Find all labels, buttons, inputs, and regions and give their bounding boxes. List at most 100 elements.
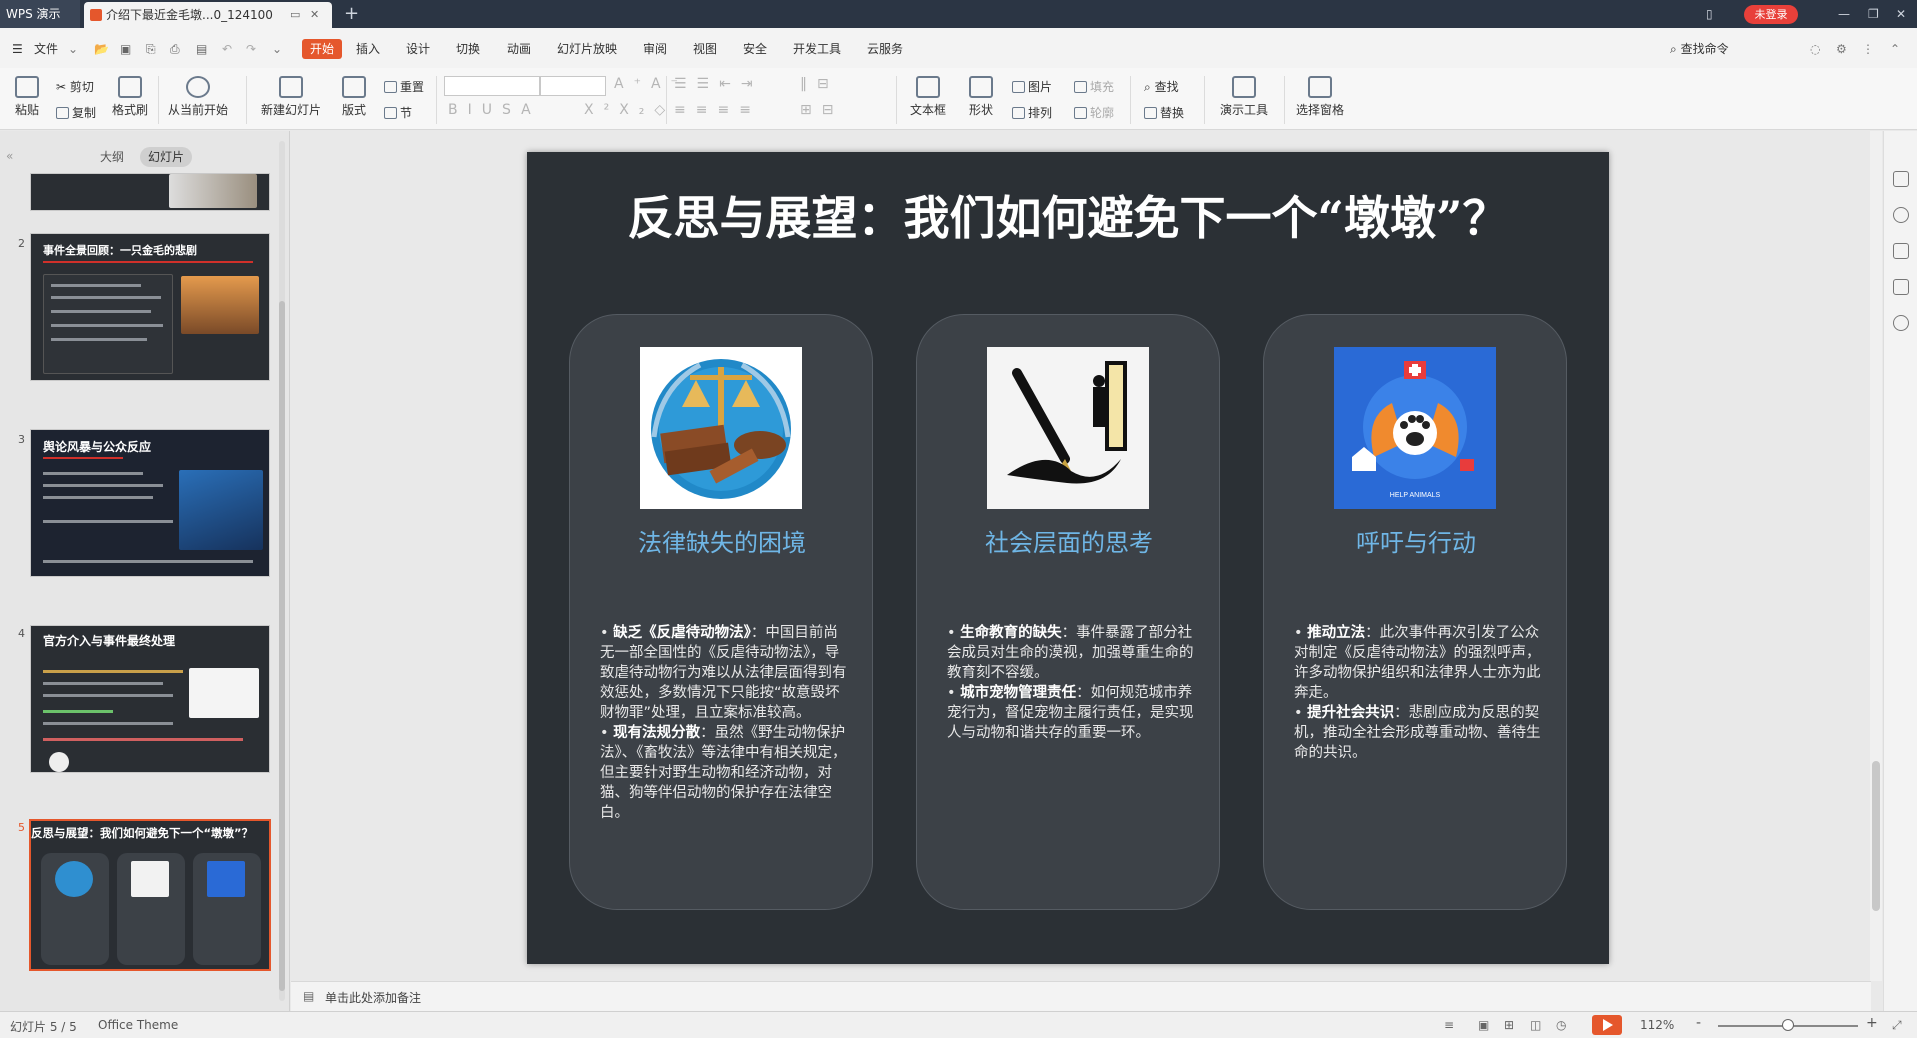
comment-icon[interactable]: ◌ (1810, 39, 1820, 59)
close-window-icon[interactable]: ✕ (1896, 0, 1906, 28)
collapse-ribbon-icon[interactable]: ⌃ (1890, 39, 1900, 59)
tab-home[interactable]: 开始 (302, 39, 343, 59)
share-icon[interactable] (1893, 207, 1909, 223)
adjust-icon[interactable] (1893, 279, 1909, 295)
reset-button[interactable]: 重置 (384, 78, 424, 95)
presenter-view-icon[interactable]: ◷ (1556, 1018, 1566, 1032)
slide-thumbnail-3[interactable]: 舆论风暴与公众反应 (30, 429, 270, 577)
tab-security[interactable]: 安全 (743, 39, 767, 59)
font-family-select[interactable] (444, 76, 540, 96)
pin-icon[interactable] (1893, 243, 1909, 259)
slide-thumbnail-2[interactable]: 事件全景回顾：一只金毛的悲剧 (30, 233, 270, 381)
search-command[interactable]: ⌕ 查找命令 (1670, 39, 1729, 59)
quick-access-dropdown-icon[interactable]: ⌄ (272, 39, 282, 59)
normal-view-icon[interactable]: ▣ (1478, 1018, 1489, 1032)
zoom-out-button[interactable]: - (1696, 1015, 1701, 1031)
presentation-tools-button[interactable]: 演示工具 (1212, 76, 1276, 118)
slide-title[interactable]: 反思与展望：我们如何避免下一个“墩墩”？ (527, 182, 1609, 248)
zoom-slider-handle[interactable] (1782, 1019, 1794, 1031)
slide-thumbnail-5[interactable]: 反思与展望：我们如何避免下一个“墩墩”？ (29, 819, 271, 971)
card-legal[interactable]: 法律缺失的困境 • 缺乏《反虐待动物法》：中国目前尚无一部全国性的《反虐待动物法… (569, 314, 873, 910)
open-icon[interactable]: 📂 (94, 39, 109, 59)
tab-developer[interactable]: 开发工具 (793, 39, 841, 59)
notes-placeholder[interactable]: 单击此处添加备注 (325, 989, 421, 1006)
font-size-select[interactable] (540, 76, 606, 96)
panel-scrollbar-thumb[interactable] (279, 301, 285, 991)
layout-button[interactable]: 版式 (336, 76, 372, 118)
find-button[interactable]: ⌕ 查找 (1144, 78, 1179, 95)
arrange-button[interactable]: 排列 (1012, 104, 1052, 121)
card-society[interactable]: 社会层面的思考 • 生命教育的缺失：事件暴露了部分社会成员对生命的漠视，加强尊重… (916, 314, 1220, 910)
tab-review[interactable]: 审阅 (643, 39, 667, 59)
tab-restore-icon[interactable]: ▭ (290, 2, 300, 28)
text-direction-icons[interactable]: ‖⊟ (800, 76, 839, 92)
tab-slideshow[interactable]: 幻灯片放映 (557, 39, 617, 59)
app-name[interactable]: WPS 演示 (0, 0, 80, 28)
superscript-clear-icons[interactable]: X²X₂◇ (584, 102, 675, 118)
play-animation-icon[interactable] (49, 752, 69, 772)
gear-icon[interactable]: ⚙ (1836, 39, 1847, 59)
history-icon[interactable] (1893, 315, 1909, 331)
play-slideshow-button[interactable] (1592, 1015, 1622, 1035)
tab-outline[interactable]: 大纲 (92, 147, 132, 167)
text-box-button[interactable]: 文本框 (904, 76, 952, 118)
zoom-level[interactable]: 112% (1640, 1018, 1674, 1032)
replace-button[interactable]: 替换 (1144, 104, 1184, 121)
slide-thumbnail-1[interactable] (30, 173, 270, 211)
card-action[interactable]: HELP ANIMALS 呼吁与行动 • 推动立法：此次事件再次引发了公众对制定… (1263, 314, 1567, 910)
more-icon[interactable]: ⋮ (1862, 39, 1874, 59)
selection-pane-button[interactable]: 选择窗格 (1292, 76, 1348, 118)
picture-button[interactable]: 图片 (1012, 78, 1052, 95)
new-slide-button[interactable]: 新建幻灯片 (254, 76, 328, 118)
object-properties-icon[interactable] (1893, 171, 1909, 187)
slide-thumbnail-4[interactable]: 官方介入与事件最终处理 (30, 625, 270, 773)
tab-close-icon[interactable]: ✕ (310, 2, 319, 28)
reading-view-icon[interactable]: ◫ (1530, 1018, 1541, 1032)
panel-scrollbar[interactable] (279, 141, 285, 1001)
cut-button[interactable]: ✂ 剪切 (56, 78, 94, 95)
redo-icon[interactable]: ↷ (246, 39, 256, 59)
tab-insert[interactable]: 插入 (356, 39, 380, 59)
list-indent-icons[interactable]: ☰☰⇤⇥ (674, 76, 763, 92)
fit-window-icon[interactable]: ⤢ (1892, 1018, 1902, 1033)
tab-design[interactable]: 设计 (406, 39, 430, 59)
canvas-scrollbar-thumb[interactable] (1872, 761, 1880, 911)
save-icon[interactable]: ▣ (120, 39, 131, 59)
hamburger-icon[interactable]: ☰ (12, 39, 23, 59)
line-spacing-icons[interactable]: ⊞⊟ (800, 102, 843, 118)
undo-icon[interactable]: ↶ (222, 39, 232, 59)
file-menu[interactable]: 文件 (34, 39, 58, 59)
canvas-scrollbar[interactable] (1870, 131, 1882, 981)
notes-toggle-icon[interactable]: ≡ (1444, 1018, 1454, 1032)
chevron-down-icon[interactable]: ⌄ (68, 39, 78, 59)
window-mode-icon[interactable]: ▯ (1706, 0, 1713, 28)
section-button[interactable]: 节 (384, 104, 412, 121)
add-tab-button[interactable]: + (344, 2, 359, 26)
tab-slides[interactable]: 幻灯片 (140, 147, 193, 167)
tab-view[interactable]: 视图 (693, 39, 717, 59)
fill-button[interactable]: 填充 (1074, 78, 1114, 95)
maximize-icon[interactable]: ❐ (1868, 0, 1879, 28)
outline-button[interactable]: 轮廓 (1074, 104, 1114, 121)
tab-cloud[interactable]: 云服务 (867, 39, 903, 59)
current-slide[interactable]: 反思与展望：我们如何避免下一个“墩墩”？ 法律缺失的困境 • 缺乏《反虐待动物法… (527, 152, 1609, 964)
copy-button[interactable]: 复制 (56, 104, 96, 121)
play-from-current-button[interactable]: 从当前开始 (164, 76, 232, 118)
print-icon[interactable]: ⎙ (170, 39, 180, 59)
login-button[interactable]: 未登录 (1744, 5, 1798, 24)
minimize-icon[interactable]: — (1838, 0, 1850, 28)
text-format-icons[interactable]: BIUSA (448, 102, 541, 118)
zoom-in-button[interactable]: + (1866, 1015, 1878, 1031)
tab-transitions[interactable]: 切换 (456, 39, 480, 59)
document-tab-label: 介绍下最近金毛墩...0_124100 (106, 8, 273, 22)
document-tab[interactable]: 介绍下最近金毛墩...0_124100 ▭ ✕ (84, 2, 332, 28)
format-painter-button[interactable]: 格式刷 (108, 76, 152, 118)
notes-pane[interactable]: ▤ 单击此处添加备注 (291, 981, 1871, 1011)
tab-animations[interactable]: 动画 (507, 39, 531, 59)
print-preview-icon[interactable]: ▤ (196, 39, 207, 59)
shape-button[interactable]: 形状 (958, 76, 1004, 118)
slide-sorter-icon[interactable]: ⊞ (1504, 1018, 1514, 1032)
export-icon[interactable]: ⎘ (146, 39, 156, 59)
paste-button[interactable]: 粘贴 (10, 76, 44, 118)
alignment-icons[interactable]: ≡≡≡≡ (674, 102, 761, 118)
